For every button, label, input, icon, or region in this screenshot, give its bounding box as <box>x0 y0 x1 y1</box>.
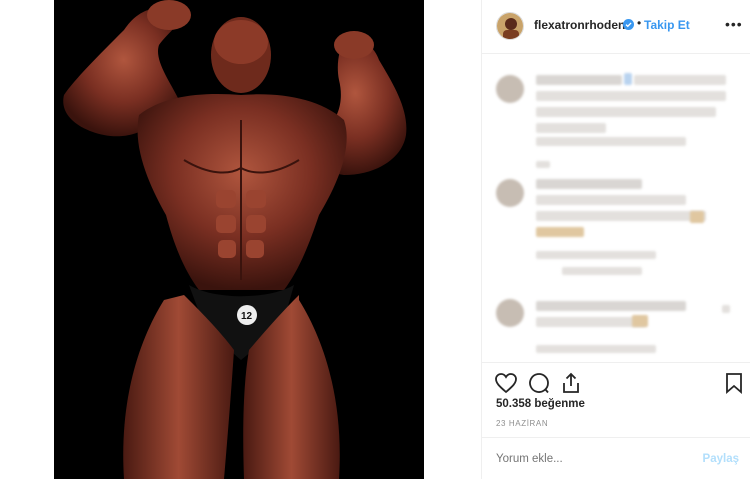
blurred-comment-text <box>536 107 716 117</box>
blurred-comment-text <box>536 317 646 327</box>
blurred-comment-meta <box>536 161 550 168</box>
blurred-comment-text <box>536 301 686 311</box>
bookmark-icon[interactable] <box>722 371 746 395</box>
post-actions-bar <box>482 362 750 402</box>
verified-badge-icon <box>623 19 634 30</box>
share-icon[interactable] <box>559 371 583 395</box>
blurred-comment-text <box>624 73 632 85</box>
bodybuilder-photo: 12 <box>54 0 424 479</box>
blurred-comment-text <box>536 137 686 146</box>
post-details-panel: flexatronrhoden • Takip Et ••• 50.358 be… <box>481 0 750 479</box>
post-date[interactable]: 23 HAZİRAN <box>496 419 548 428</box>
page-margin-middle <box>424 0 481 479</box>
follow-button[interactable]: Takip Et <box>644 18 690 32</box>
comment-input[interactable] <box>496 453 686 465</box>
blurred-comment-text <box>536 227 584 237</box>
add-comment-bar: Paylaş <box>482 437 750 479</box>
comments-list[interactable] <box>482 55 750 362</box>
blurred-comment-text <box>690 211 704 223</box>
avatar-image <box>497 13 523 39</box>
blurred-like-icon <box>722 305 730 313</box>
more-options-icon[interactable]: ••• <box>725 16 743 32</box>
svg-text:12: 12 <box>241 311 253 322</box>
post-image[interactable]: 12 <box>54 0 424 479</box>
heart-icon[interactable] <box>494 371 518 395</box>
blurred-avatar <box>496 75 524 103</box>
blurred-comment-text <box>536 91 726 101</box>
blurred-comment-meta <box>562 267 642 275</box>
blurred-comment-text <box>536 195 686 205</box>
blurred-comment-meta <box>536 251 656 259</box>
blurred-avatar <box>496 179 524 207</box>
likes-count[interactable]: 50.358 beğenme <box>496 398 585 410</box>
blurred-comment-text <box>632 315 648 327</box>
blurred-comment-text <box>536 123 606 133</box>
separator-dot: • <box>637 16 642 30</box>
blurred-comment-meta <box>536 345 656 353</box>
page-margin-left <box>0 0 54 479</box>
comment-icon[interactable] <box>527 371 551 395</box>
avatar[interactable] <box>496 12 524 40</box>
username-link[interactable]: flexatronrhoden <box>534 18 625 32</box>
blurred-avatar <box>496 299 524 327</box>
blurred-comment-text <box>536 75 622 85</box>
blurred-comment-text <box>536 179 642 189</box>
blurred-comment-text <box>634 75 726 85</box>
post-comment-button[interactable]: Paylaş <box>703 453 739 465</box>
post-header: flexatronrhoden • Takip Et ••• <box>482 0 750 54</box>
blurred-comment-text <box>536 211 706 221</box>
